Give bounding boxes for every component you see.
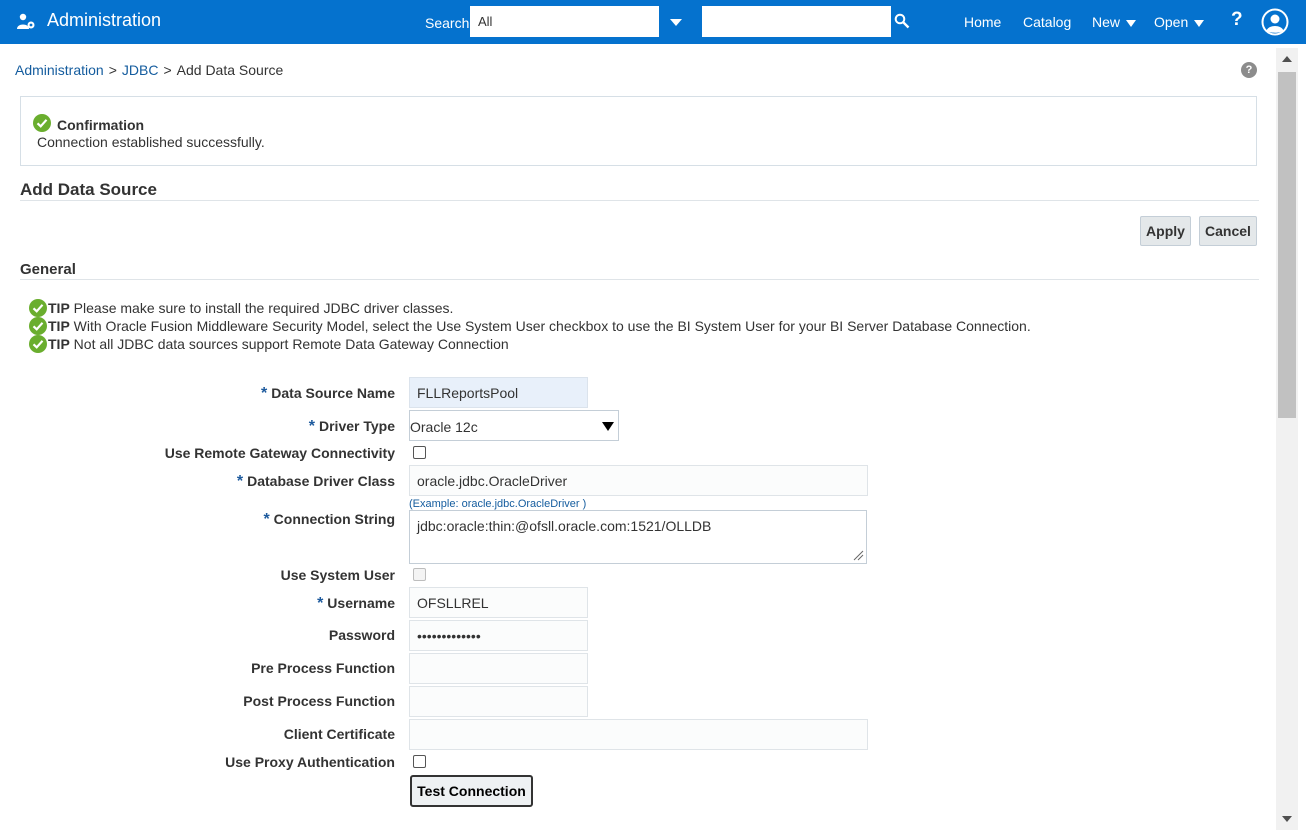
test-connection-button[interactable]: Test Connection <box>410 775 533 807</box>
post-process-input[interactable] <box>409 686 588 717</box>
confirmation-text: Connection established successfully. <box>37 134 265 150</box>
chevron-down-icon <box>1126 19 1137 27</box>
label-text: Data Source Name <box>271 385 395 401</box>
data-source-name-label: * Data Source Name <box>261 385 395 403</box>
proxy-auth-label: Use Proxy Authentication <box>225 754 395 770</box>
driver-class-example: (Example: oracle.jdbc.OracleDriver ) <box>409 498 587 510</box>
user-avatar-icon[interactable] <box>1261 8 1289 36</box>
remote-gateway-checkbox[interactable] <box>413 446 426 459</box>
breadcrumb-jdbc[interactable]: JDBC <box>122 62 159 78</box>
search-input[interactable] <box>702 6 891 37</box>
tip-check-icon <box>29 317 47 335</box>
search-label: Search <box>425 15 470 31</box>
label-text: Database Driver Class <box>247 473 395 489</box>
chevron-down-icon[interactable] <box>667 13 685 31</box>
driver-type-label: * Driver Type <box>309 418 395 436</box>
success-check-icon <box>33 114 51 132</box>
confirmation-title: Confirmation <box>57 117 145 133</box>
tip-text: With Oracle Fusion Middleware Security M… <box>73 318 1031 334</box>
tip-text: Not all JDBC data sources support Remote… <box>73 336 509 352</box>
driver-class-label: * Database Driver Class <box>237 473 395 491</box>
breadcrumb-separator: > <box>163 62 172 78</box>
password-label: Password <box>328 627 395 643</box>
required-mark: * <box>236 473 244 490</box>
breadcrumb: Administration > JDBC > Add Data Source <box>15 62 283 78</box>
system-user-label: Use System User <box>280 567 395 583</box>
driver-class-input[interactable] <box>409 465 868 496</box>
tip-check-icon <box>29 299 47 317</box>
chevron-down-icon <box>1194 19 1205 27</box>
pre-process-input[interactable] <box>409 653 588 684</box>
username-input[interactable] <box>409 587 588 618</box>
pre-process-label: Pre Process Function <box>251 660 395 676</box>
tip-check-icon <box>29 335 47 353</box>
proxy-auth-checkbox[interactable] <box>413 755 426 768</box>
breadcrumb-separator: > <box>108 62 117 78</box>
label-text: Connection String <box>273 511 395 527</box>
connection-string-input[interactable]: jdbc:oracle:thin:@ofsll.oracle.com:1521/… <box>409 510 867 564</box>
tip-text-wrap: TIP Please make sure to install the requ… <box>48 300 453 316</box>
scroll-down-icon[interactable] <box>1282 816 1292 822</box>
required-mark: * <box>263 511 270 528</box>
tip-text-wrap: TIP Not all JDBC data sources support Re… <box>48 336 509 352</box>
remote-gateway-label: Use Remote Gateway Connectivity <box>164 445 395 461</box>
driver-type-select[interactable]: Oracle 12c <box>409 410 619 441</box>
system-user-checkbox[interactable] <box>413 568 426 581</box>
nav-catalog[interactable]: Catalog <box>1023 14 1071 30</box>
tip-label: TIP <box>48 300 70 316</box>
apply-button[interactable]: Apply <box>1140 216 1191 246</box>
scroll-up-icon[interactable] <box>1282 56 1292 62</box>
cancel-button[interactable]: Cancel <box>1199 216 1257 246</box>
tip-text-wrap: TIP With Oracle Fusion Middleware Securi… <box>48 318 1031 334</box>
required-mark: * <box>308 418 315 435</box>
tip-label: TIP <box>48 318 70 334</box>
scroll-thumb[interactable] <box>1278 72 1296 418</box>
page-title: Add Data Source <box>20 180 157 199</box>
driver-type-value: Oracle 12c <box>410 419 478 435</box>
breadcrumb-current: Add Data Source <box>176 62 284 78</box>
top-bar: Administration Search All Home Catalog N… <box>0 0 1306 44</box>
confirmation-message: Confirmation Connection established succ… <box>20 96 1257 166</box>
resize-handle-icon[interactable] <box>852 549 864 561</box>
nav-home[interactable]: Home <box>964 14 1001 30</box>
connection-string-label: * Connection String <box>263 511 395 529</box>
title-divider <box>20 200 1259 201</box>
breadcrumb-administration[interactable]: Administration <box>15 62 104 78</box>
general-divider <box>20 279 1259 280</box>
required-mark: * <box>261 385 268 402</box>
nav-new[interactable]: New <box>1092 14 1137 30</box>
username-label: * Username <box>317 595 395 613</box>
nav-open-label: Open <box>1154 14 1189 30</box>
nav-new-label: New <box>1092 14 1121 30</box>
page-help-icon[interactable]: ? <box>1241 62 1257 78</box>
password-input[interactable] <box>409 620 588 651</box>
client-certificate-label: Client Certificate <box>283 726 395 742</box>
label-text: Username <box>327 595 395 611</box>
data-source-name-input[interactable] <box>409 377 588 408</box>
tip-text: Please make sure to install the required… <box>73 300 454 316</box>
app-title: Administration <box>47 10 162 30</box>
help-icon[interactable]: ? <box>1231 9 1243 31</box>
post-process-label: Post Process Function <box>243 693 395 709</box>
general-section-title: General <box>20 261 76 278</box>
chevron-down-icon <box>602 422 614 431</box>
nav-open[interactable]: Open <box>1154 14 1205 30</box>
required-mark: * <box>317 595 324 612</box>
admin-icon <box>17 13 35 29</box>
label-text: Driver Type <box>319 418 395 434</box>
vertical-scrollbar[interactable] <box>1276 48 1298 830</box>
search-icon[interactable] <box>894 13 910 29</box>
client-certificate-input[interactable] <box>409 719 868 750</box>
search-scope-select[interactable]: All <box>470 6 659 37</box>
tip-label: TIP <box>48 336 70 352</box>
